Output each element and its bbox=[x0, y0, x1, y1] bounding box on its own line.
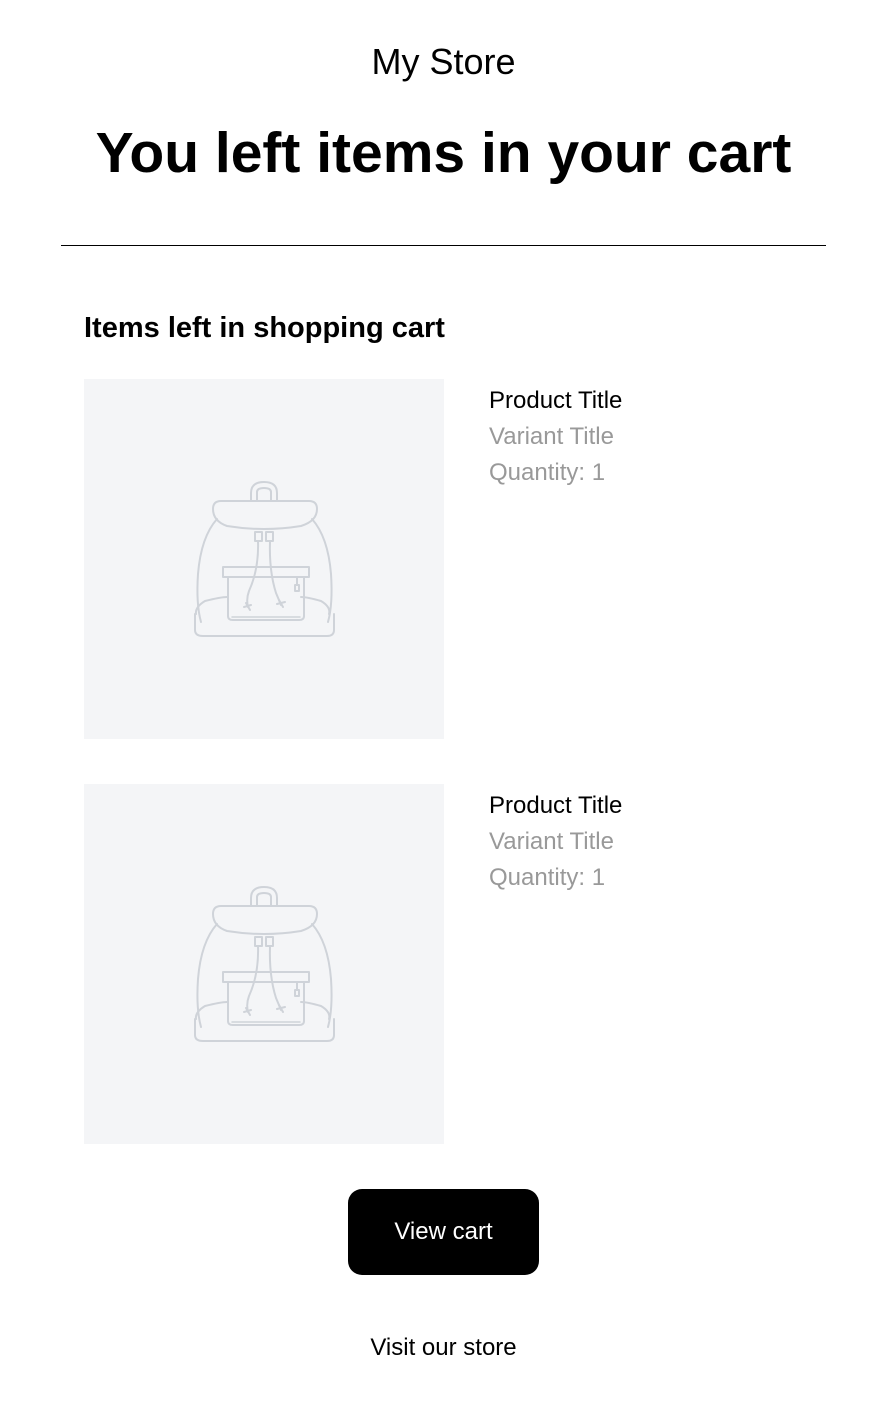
item-quantity: Quantity: 1 bbox=[489, 459, 606, 486]
cart-item: Product Title Variant Title Quantity: 1 bbox=[84, 379, 826, 739]
backpack-placeholder-icon bbox=[194, 886, 335, 1042]
divider bbox=[61, 245, 826, 246]
variant-title: Variant Title bbox=[489, 828, 614, 855]
page-title: You left items in your cart bbox=[95, 121, 792, 185]
cart-section-title: Items left in shopping cart bbox=[84, 312, 445, 344]
item-quantity: Quantity: 1 bbox=[489, 864, 606, 891]
store-name: My Store bbox=[371, 41, 516, 82]
view-cart-button[interactable]: View cart bbox=[348, 1189, 539, 1275]
product-title[interactable]: Product Title bbox=[489, 788, 622, 824]
product-title[interactable]: Product Title bbox=[489, 383, 622, 419]
cart-item: Product Title Variant Title Quantity: 1 bbox=[84, 784, 826, 1144]
item-details: Product Title Variant Title Quantity: 1 bbox=[489, 383, 622, 491]
product-image bbox=[84, 784, 444, 1144]
backpack-placeholder-icon bbox=[194, 481, 335, 637]
visit-store-link[interactable]: Visit our store bbox=[0, 1330, 882, 1366]
item-details: Product Title Variant Title Quantity: 1 bbox=[489, 788, 622, 896]
variant-title: Variant Title bbox=[489, 423, 614, 450]
product-image bbox=[84, 379, 444, 739]
